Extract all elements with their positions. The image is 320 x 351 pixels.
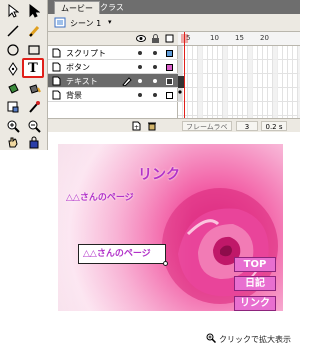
visibility-dot[interactable] xyxy=(138,65,142,69)
zoom-caption[interactable]: クリックで拡大表示 xyxy=(206,333,291,345)
free-transform-tool-icon[interactable] xyxy=(3,98,23,116)
outline-swatch[interactable] xyxy=(166,92,173,99)
lock-dot[interactable] xyxy=(153,93,157,97)
layer-page-icon xyxy=(52,90,61,103)
outline-swatch[interactable] xyxy=(166,78,173,85)
lasso-tool-icon[interactable] xyxy=(24,22,44,40)
eyedropper-tool-icon[interactable] xyxy=(24,98,44,116)
hand-tool-icon[interactable] xyxy=(3,133,23,151)
layer-row-active[interactable]: テキスト xyxy=(48,74,178,88)
link-button[interactable]: リンク xyxy=(234,296,276,311)
scene-label[interactable]: シーン 1 xyxy=(70,18,101,29)
layer-name: テキスト xyxy=(66,77,98,86)
outline-swatch[interactable] xyxy=(166,64,173,71)
svg-text:+: + xyxy=(134,124,139,131)
timeline-status-bar: + フレームラベル 3 0.2 s xyxy=(48,118,300,141)
lock-dot[interactable] xyxy=(153,51,157,55)
subselect-tool-icon[interactable] xyxy=(24,2,44,20)
resize-handle[interactable] xyxy=(163,261,168,266)
visibility-dot[interactable] xyxy=(138,51,142,55)
tools-panel: T xyxy=(0,0,48,150)
scene-icon xyxy=(54,17,66,31)
frame-ruler[interactable]: 5 10 15 20 xyxy=(178,32,300,46)
layer-row[interactable]: ボタン xyxy=(48,60,178,74)
outline-swatch[interactable] xyxy=(166,50,173,57)
stage-subtitle: △△さんのページ xyxy=(66,193,134,203)
outline-icon[interactable] xyxy=(165,34,174,46)
paint-bucket-tool-icon[interactable] xyxy=(24,80,44,98)
layer-name: 背景 xyxy=(66,91,82,100)
current-frame: 3 xyxy=(236,121,258,131)
eye-icon[interactable] xyxy=(136,34,146,46)
lock-dot[interactable] xyxy=(153,65,157,69)
visibility-dot[interactable] xyxy=(138,79,142,83)
text-tool-glyph: T xyxy=(28,60,38,76)
lock-fill-tool-icon[interactable] xyxy=(24,133,44,151)
pen-tool-icon[interactable] xyxy=(3,60,23,78)
layer-header xyxy=(48,32,178,46)
diary-button[interactable]: 日記 xyxy=(234,276,276,291)
layer-name: スクリプト xyxy=(66,49,106,58)
layer-row[interactable]: 背景 xyxy=(48,88,178,102)
top-button[interactable]: TOP xyxy=(234,257,276,272)
text-tool-icon[interactable]: T xyxy=(22,58,44,78)
document-tabs: ムービー クラス xyxy=(48,0,300,14)
layer-row[interactable]: スクリプト xyxy=(48,46,178,60)
ruler-number: 20 xyxy=(260,34,269,42)
line-tool-icon[interactable] xyxy=(3,22,23,40)
text-field-selected[interactable]: △△さんのページ xyxy=(78,244,166,264)
stage-area: リンク △△さんのページ △△さんのページ TOP 日記 リンク xyxy=(48,132,300,318)
ruler-number: 15 xyxy=(235,34,244,42)
arrow-tool-icon[interactable] xyxy=(3,2,23,20)
ruler-number: 10 xyxy=(210,34,219,42)
elapsed-time: 0.2 s xyxy=(261,121,287,131)
zoom-caption-text: クリックで拡大表示 xyxy=(219,334,291,344)
chevron-down-icon[interactable]: ▾ xyxy=(108,18,112,26)
ink-bottle-tool-icon[interactable] xyxy=(3,80,23,98)
layer-name: ボタン xyxy=(66,63,90,72)
visibility-dot[interactable] xyxy=(138,93,142,97)
frame-label-field[interactable]: フレームラベル xyxy=(182,121,232,141)
stage[interactable]: リンク △△さんのページ △△さんのページ TOP 日記 リンク xyxy=(58,144,283,311)
tab-class[interactable]: クラス xyxy=(94,1,130,14)
magnifier-icon xyxy=(206,333,217,345)
oval-tool-icon[interactable] xyxy=(3,41,23,59)
rectangle-tool-icon[interactable] xyxy=(24,41,44,59)
page-title: リンク xyxy=(138,167,180,183)
lock-dot[interactable] xyxy=(153,79,157,83)
scene-bar: シーン 1 ▾ xyxy=(48,14,300,32)
